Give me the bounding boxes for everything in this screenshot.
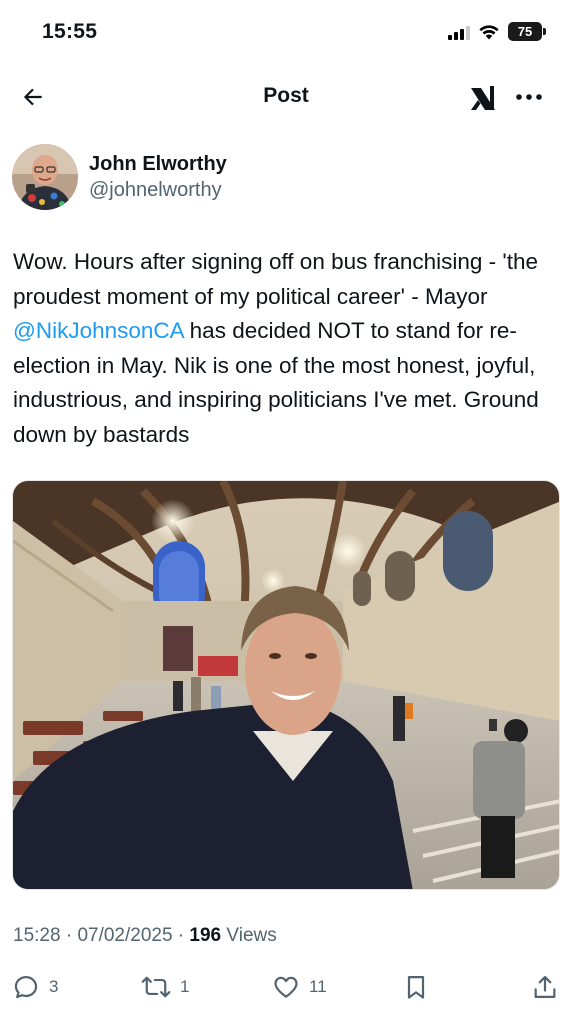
reply-button[interactable]: 3 xyxy=(12,968,58,1006)
battery-level: 75 xyxy=(508,22,542,41)
meta-separator: · xyxy=(172,925,190,946)
repost-count: 1 xyxy=(180,977,190,996)
like-count: 11 xyxy=(309,977,327,996)
post-text-part: Wow. Hours after signing off on bus fran… xyxy=(13,249,538,309)
like-button[interactable]: 11 xyxy=(272,968,327,1006)
bookmark-button[interactable] xyxy=(402,968,430,1006)
heart-icon xyxy=(274,976,298,998)
more-horizontal-icon xyxy=(516,94,542,100)
post-actions: 3 1 11 xyxy=(0,968,572,1006)
share-button[interactable] xyxy=(531,968,559,1006)
avatar[interactable] xyxy=(12,144,78,210)
views-count[interactable]: 196 xyxy=(189,925,221,946)
mention-link[interactable]: @NikJohnsonCA xyxy=(13,318,183,343)
status-time: 15:55 xyxy=(42,20,98,43)
battery-icon: 75 xyxy=(508,22,546,41)
wifi-icon xyxy=(479,24,499,39)
status-bar: 15:55 75 xyxy=(0,0,572,66)
reply-icon xyxy=(14,975,38,999)
repost-button[interactable]: 1 xyxy=(141,968,189,1006)
hall-selfie-image xyxy=(13,481,559,889)
post-header: Post xyxy=(0,72,572,122)
bookmark-icon xyxy=(407,975,425,999)
post-date: 07/02/2025 xyxy=(77,925,173,946)
post-time: 15:28 xyxy=(13,925,61,946)
views-label: Views xyxy=(221,925,277,946)
reply-count: 3 xyxy=(49,977,59,996)
author-display-name[interactable]: John Elworthy xyxy=(89,152,227,177)
author-handle[interactable]: @johnelworthy xyxy=(89,177,227,203)
post-meta: 15:28 · 07/02/2025 · 196 Views xyxy=(13,925,277,947)
share-icon xyxy=(534,975,556,999)
status-icons: 75 xyxy=(448,22,546,41)
post-text: Wow. Hours after signing off on bus fran… xyxy=(13,245,561,452)
post-author: John Elworthy @johnelworthy xyxy=(12,144,227,210)
repost-icon xyxy=(141,976,171,998)
more-options-button[interactable] xyxy=(512,80,546,114)
post-photo[interactable] xyxy=(12,480,560,890)
cellular-signal-icon xyxy=(448,24,470,40)
grok-icon[interactable] xyxy=(468,82,500,114)
meta-separator: · xyxy=(60,925,78,946)
author-names: John Elworthy @johnelworthy xyxy=(89,152,227,203)
